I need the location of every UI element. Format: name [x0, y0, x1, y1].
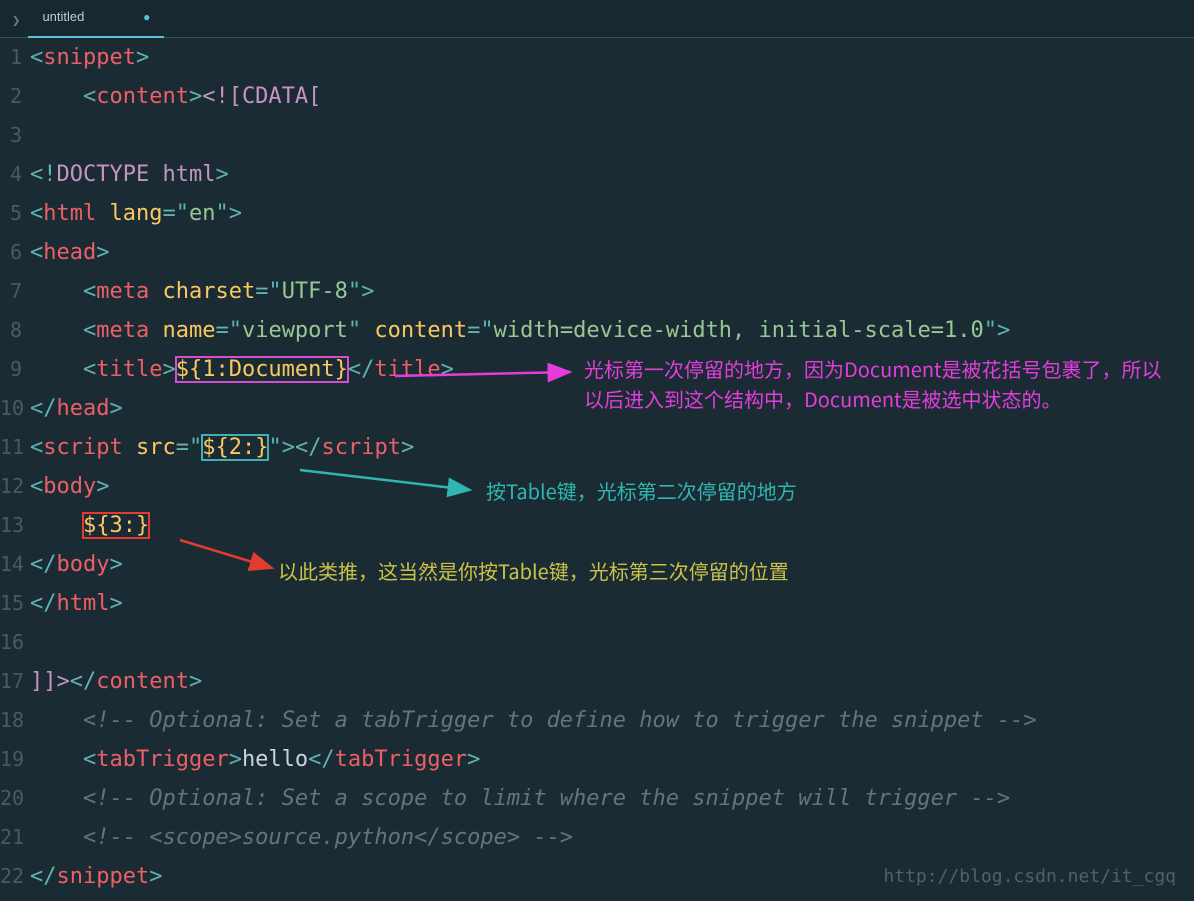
line-number: 9 [0, 350, 30, 389]
placeholder-2: ${2:} [202, 435, 268, 460]
line-number: 4 [0, 155, 30, 194]
line-number: 1 [0, 38, 30, 77]
tab-title: untitled [42, 9, 84, 24]
line-number: 8 [0, 311, 30, 350]
line-number: 21 [0, 818, 30, 857]
placeholder-1: ${1:Document} [176, 357, 348, 382]
line-number: 7 [0, 272, 30, 311]
code-line: 15 </html> [0, 584, 1194, 623]
annotation-1: 光标第一次停留的地方，因为Document是被花括号包裹了，所以以后进入到这个结… [584, 354, 1174, 414]
code-line: 19 <tabTrigger>hello</tabTrigger> [0, 740, 1194, 779]
placeholder-3: ${3:} [83, 513, 149, 538]
code-line: 1 <snippet> [0, 38, 1194, 77]
code-line: 3 [0, 116, 1194, 155]
tab-bar: ❯ untitled ● [0, 0, 1194, 38]
line-number: 6 [0, 233, 30, 272]
code-line: 16 [0, 623, 1194, 662]
line-number: 15 [0, 584, 30, 623]
dirty-indicator-icon: ● [143, 10, 150, 24]
line-number: 3 [0, 116, 30, 155]
code-line: 5 <html lang="en"> [0, 194, 1194, 233]
line-number: 13 [0, 506, 30, 545]
chevron-right-icon[interactable]: ❯ [12, 13, 28, 37]
line-number: 19 [0, 740, 30, 779]
line-number: 18 [0, 701, 30, 740]
line-number: 22 [0, 857, 30, 896]
line-number: 11 [0, 428, 30, 467]
code-line: 11 <script src="${2:}"></script> [0, 428, 1194, 467]
code-line: 21 <!-- <scope>source.python</scope> --> [0, 818, 1194, 857]
line-number: 5 [0, 194, 30, 233]
code-editor[interactable]: 1 <snippet> 2 <content><![CDATA[ 3 4 <!D… [0, 38, 1194, 901]
tab-untitled[interactable]: untitled ● [28, 3, 164, 37]
code-line: 20 <!-- Optional: Set a scope to limit w… [0, 779, 1194, 818]
line-number: 2 [0, 77, 30, 116]
annotation-2: 按Table键，光标第二次停留的地方 [486, 476, 797, 506]
line-number: 20 [0, 779, 30, 818]
line-number: 14 [0, 545, 30, 584]
watermark: http://blog.csdn.net/it_cgq [883, 866, 1176, 887]
code-line: 4 <!DOCTYPE html> [0, 155, 1194, 194]
code-line: 17 ]]></content> [0, 662, 1194, 701]
code-line: 18 <!-- Optional: Set a tabTrigger to de… [0, 701, 1194, 740]
code-line: 7 <meta charset="UTF-8"> [0, 272, 1194, 311]
line-number: 17 [0, 662, 30, 701]
line-number: 12 [0, 467, 30, 506]
line-number: 10 [0, 389, 30, 428]
code-line: 2 <content><![CDATA[ [0, 77, 1194, 116]
code-line: 6 <head> [0, 233, 1194, 272]
annotation-3: 以此类推，这当然是你按Table键，光标第三次停留的位置 [278, 556, 789, 586]
code-line: 13 ${3:} [0, 506, 1194, 545]
code-line: 8 <meta name="viewport" content="width=d… [0, 311, 1194, 350]
line-number: 16 [0, 623, 30, 662]
